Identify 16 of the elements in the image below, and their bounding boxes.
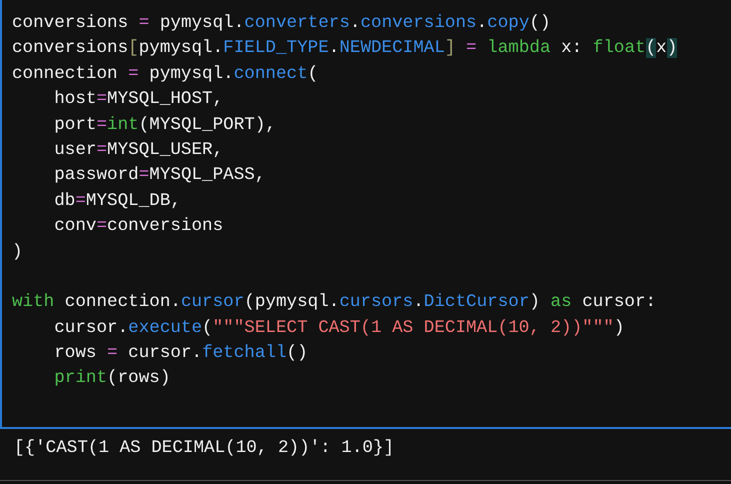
code-line: with connection.cursor(pymysql.cursors.DictCursor) as cursor:: [12, 291, 656, 314]
code-line: host=MYSQL_HOST,: [53, 88, 224, 112]
code-line: print(rows): [53, 367, 170, 390]
code-line: ): [12, 240, 23, 264]
code-line: conv=conversions: [53, 215, 224, 238]
code-line: port=int(MYSQL_PORT),: [53, 114, 276, 137]
code-cell[interactable]: [0, 0, 731, 429]
code-line: conversions[pymysql.FIELD_TYPE.NEWDECIMAL] = lambda x: float(x): [12, 37, 678, 60]
code-line: user=MYSQL_USER,: [53, 138, 224, 162]
code-line: cursor.execute("""SELECT CAST(1 AS DECIMAL(10, 2))"""): [53, 316, 624, 340]
code-line: conversions = pymysql.converters.conversions.copy(): [12, 12, 551, 35]
code-line: password=MYSQL_PASS,: [53, 164, 266, 188]
code-line: connection = pymysql.connect(: [12, 62, 318, 86]
output-text: [{'CAST(1 AS DECIMAL(10, 2))': 1.0}]: [14, 437, 394, 460]
code-line: db=MYSQL_DB,: [53, 190, 181, 213]
code-line: rows = cursor.fetchall(): [53, 342, 308, 366]
